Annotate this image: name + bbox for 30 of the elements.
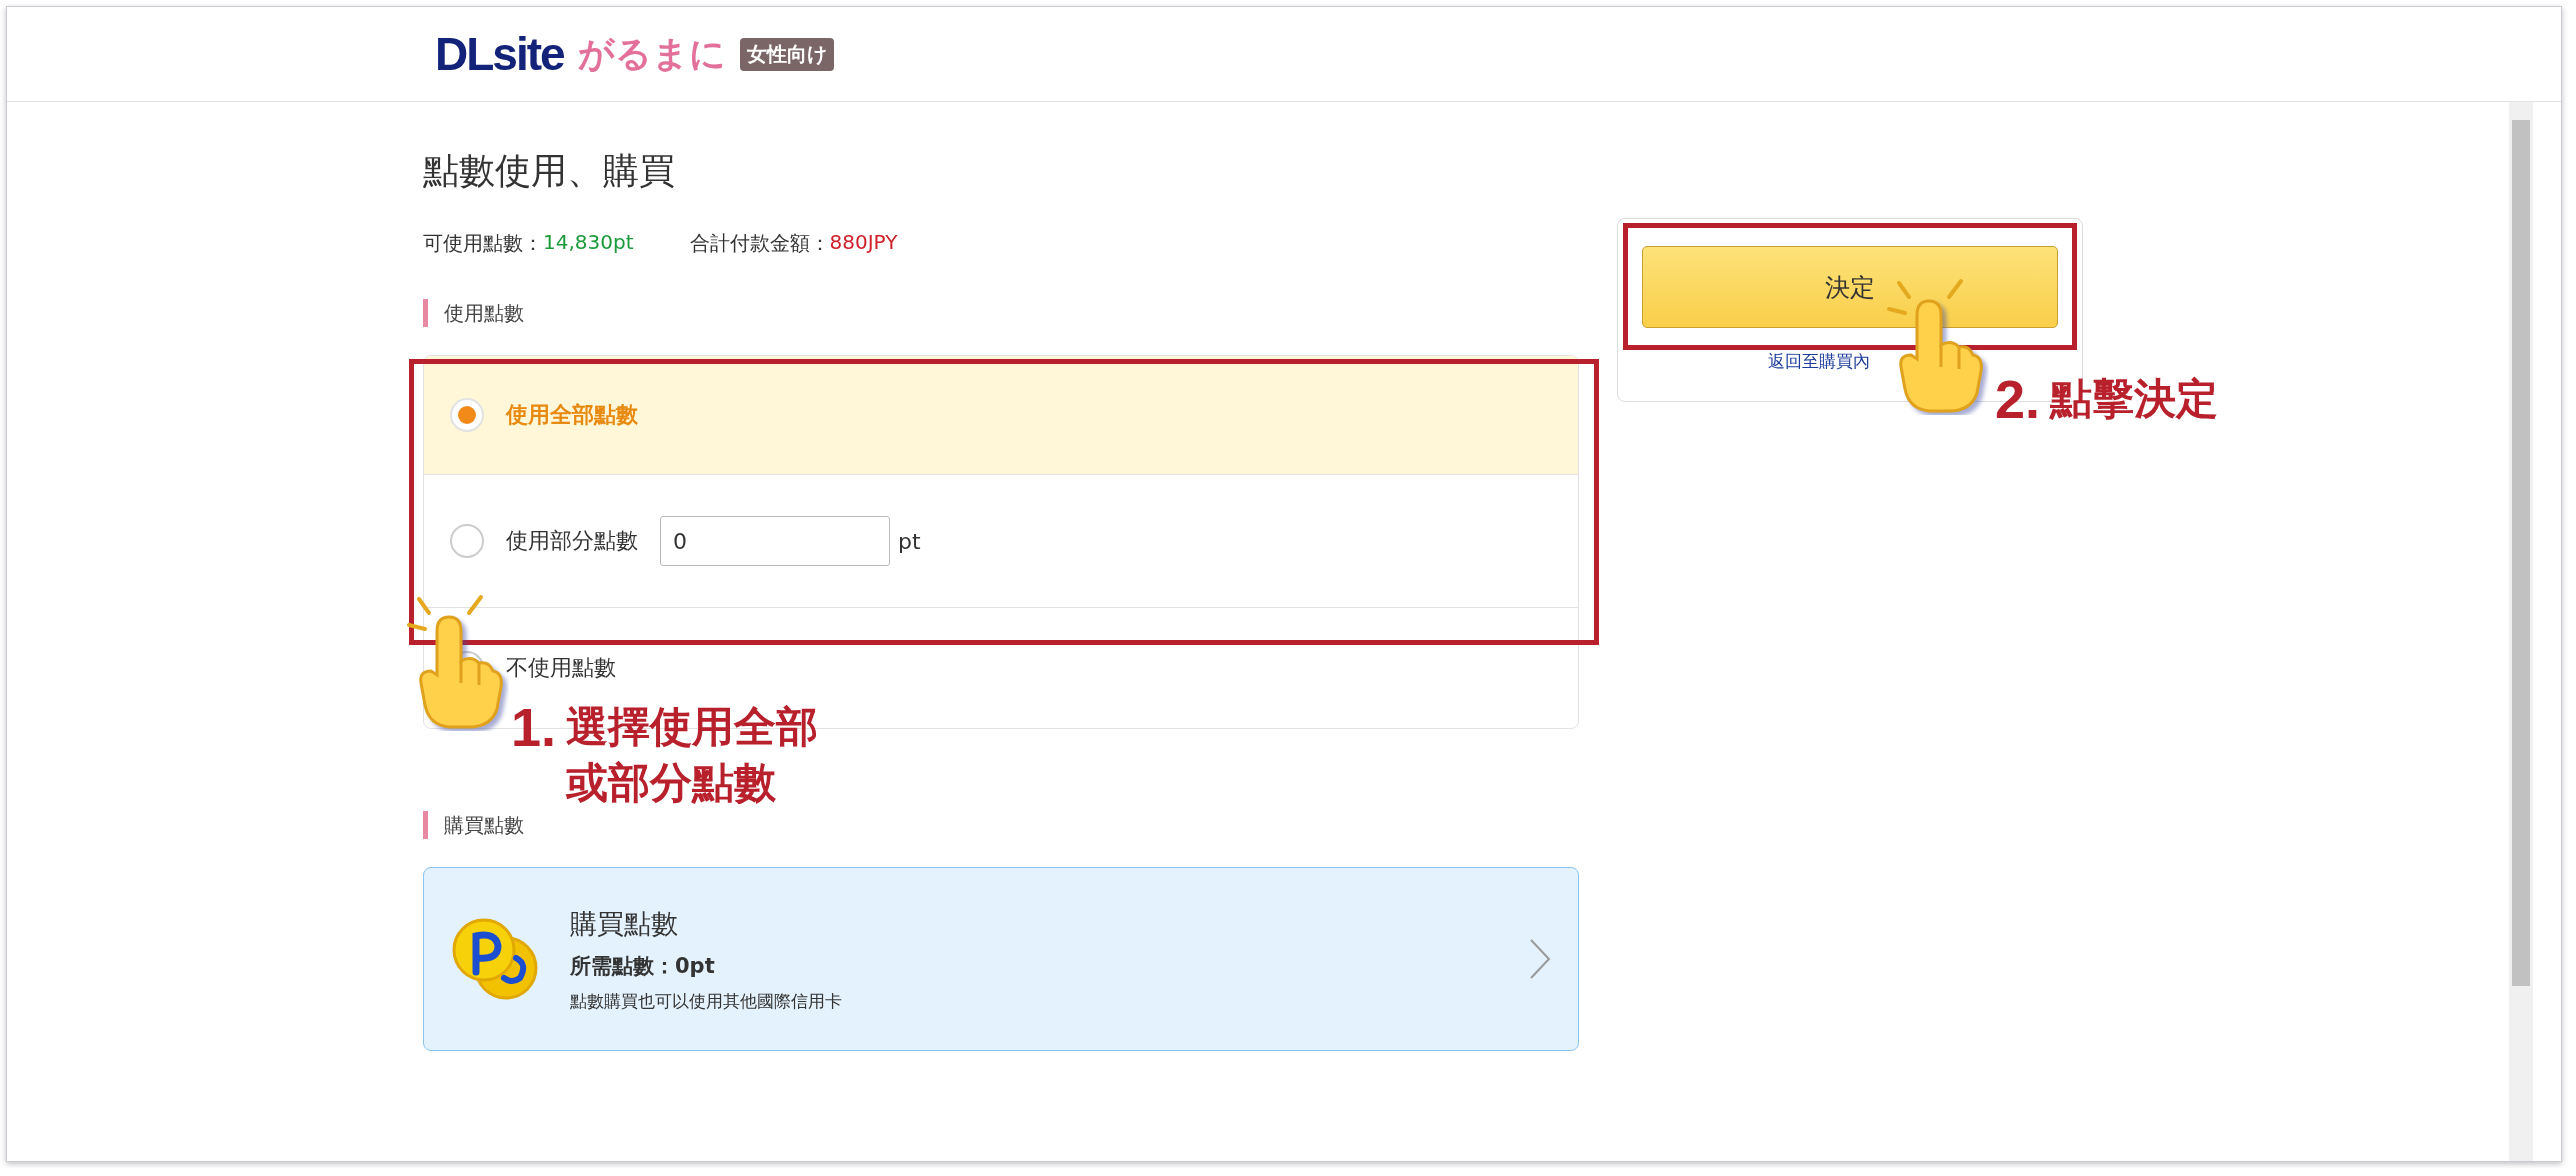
unit-label: pt — [898, 528, 921, 554]
chevron-right-icon — [1528, 937, 1552, 981]
radio-button[interactable] — [450, 524, 484, 558]
option-label[interactable]: 不使用點數 — [506, 653, 616, 683]
step-number: 2. — [1995, 369, 2041, 429]
radio-button[interactable] — [450, 398, 484, 432]
section-marker — [423, 299, 428, 327]
step-instruction: 選擇使用全部 或部分點數 — [566, 701, 819, 809]
required-points: 所需點數：0pt — [570, 952, 716, 980]
step-instruction: 點擊決定 — [2050, 373, 2219, 425]
confirm-button[interactable]: 決定 — [1642, 246, 2058, 328]
step-number: 1. — [511, 697, 557, 757]
summary-value: 14,830pt — [543, 230, 634, 256]
back-link[interactable]: 返回至購買內 — [1768, 350, 1870, 373]
buy-points-card[interactable]: 購買點數 所需點數：0pt 點數購買也可以使用其他國際信用卡 — [423, 867, 1579, 1051]
section-heading: 使用點數 — [444, 299, 524, 327]
summary-value: 880JPY — [829, 230, 898, 256]
option-label[interactable]: 使用部分點數 — [506, 526, 638, 556]
site-name: がるまに — [577, 31, 726, 76]
section-marker — [423, 811, 428, 839]
brand-logo[interactable]: DLsite — [435, 27, 564, 81]
category-tag: 女性向け — [739, 37, 834, 71]
scrollbar-thumb[interactable] — [2512, 120, 2530, 986]
summary-label: 合計付款金額： — [689, 230, 830, 257]
card-note: 點數購買也可以使用其他國際信用卡 — [570, 989, 843, 1013]
card-title: 購買點數 — [570, 906, 679, 941]
summary-label: 可使用點數： — [423, 230, 543, 257]
page-title: 點數使用、購買 — [423, 149, 676, 193]
points-input[interactable]: 0 — [660, 516, 890, 566]
section-heading: 購買點數 — [444, 811, 524, 839]
